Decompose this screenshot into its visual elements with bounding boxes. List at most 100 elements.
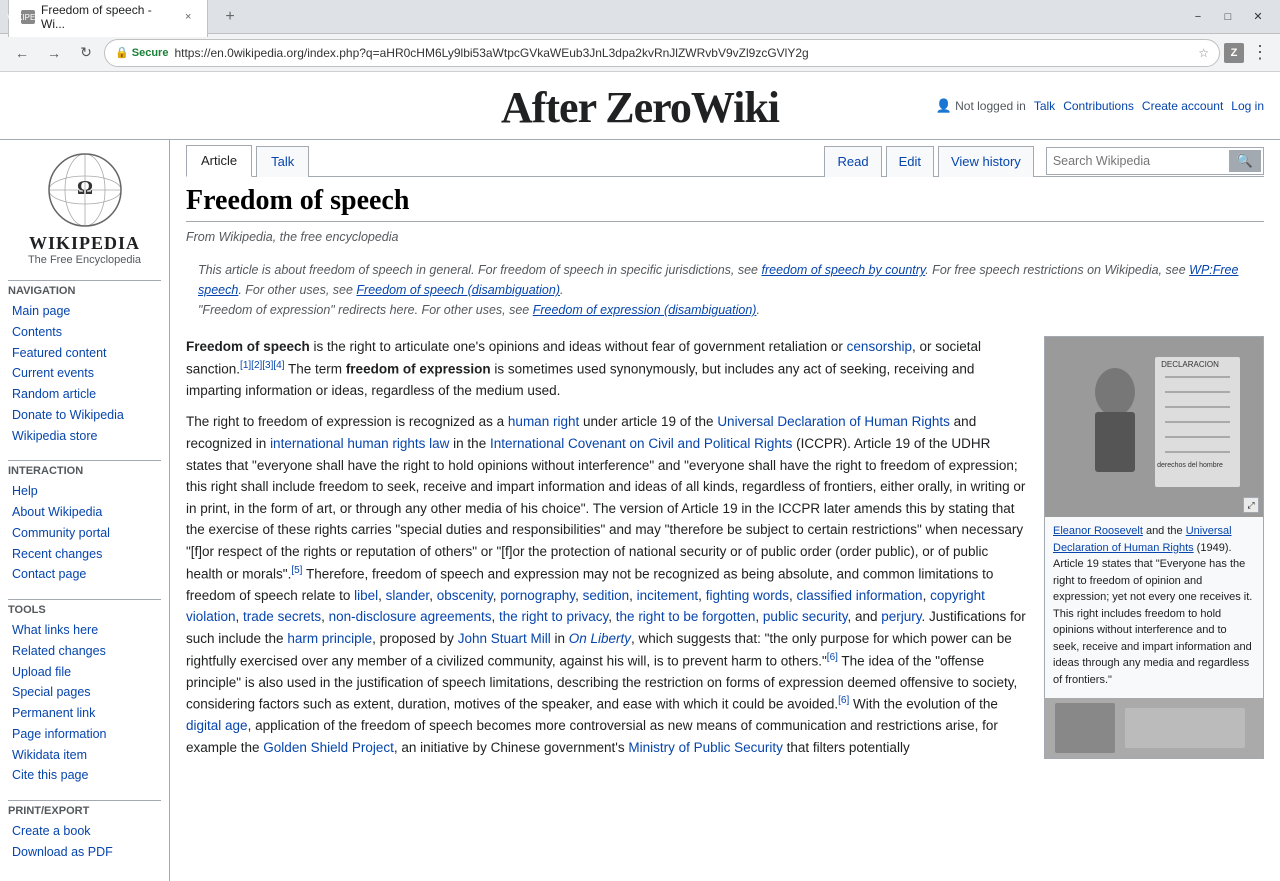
cite-5[interactable]: [5] [291, 565, 302, 576]
bold-term-1: Freedom of speech [186, 339, 310, 354]
tab-talk[interactable]: Talk [256, 146, 309, 177]
article-hatnote: This article is about freedom of speech … [186, 254, 1264, 326]
sidebar-item-donate[interactable]: Donate to Wikipedia [8, 405, 161, 426]
sidebar-tools-heading: Tools [8, 599, 161, 618]
svg-text:DECLARACION: DECLARACION [1161, 360, 1219, 369]
sidebar-item-contents[interactable]: Contents [8, 322, 161, 343]
link-mps[interactable]: Ministry of Public Security [628, 740, 783, 755]
infobox-expand-icon[interactable]: ⤢ [1243, 497, 1259, 513]
create-account-link[interactable]: Create account [1142, 99, 1223, 113]
sidebar-item-cite[interactable]: Cite this page [8, 765, 161, 786]
sidebar-item-wikidata[interactable]: Wikidata item [8, 745, 161, 766]
sidebar-nav-heading: Navigation [8, 280, 161, 299]
sidebar-item-contact[interactable]: Contact page [8, 564, 161, 585]
browser-menu-button[interactable]: ⋮ [1248, 41, 1272, 65]
contributions-link[interactable]: Contributions [1063, 99, 1134, 113]
cite-1[interactable]: [1][2][3][4] [240, 360, 284, 371]
article-infobox: DECLARACION derechos del hombre ⤢ Eleano… [1044, 336, 1264, 759]
sidebar-item-featured[interactable]: Featured content [8, 343, 161, 364]
article-container: Freedom of speech From Wikipedia, the fr… [186, 177, 1264, 758]
link-wp-free-speech[interactable]: WP:Free speech [198, 263, 1238, 297]
link-on-liberty[interactable]: On Liberty [569, 631, 631, 646]
back-button[interactable]: ← [8, 39, 36, 67]
new-tab-button[interactable]: + [218, 5, 242, 29]
maximize-button[interactable]: □ [1214, 6, 1242, 28]
cite-6b[interactable]: [6] [838, 695, 849, 706]
link-incitement[interactable]: incitement [637, 588, 699, 603]
link-perjury[interactable]: perjury [881, 609, 921, 624]
sidebar-item-related-changes[interactable]: Related changes [8, 641, 161, 662]
link-pornography[interactable]: pornography [500, 588, 575, 603]
link-obscenity[interactable]: obscenity [437, 588, 493, 603]
tab-read[interactable]: Read [824, 146, 881, 177]
sidebar-item-main-page[interactable]: Main page [8, 301, 161, 322]
link-digital-age[interactable]: digital age [186, 718, 248, 733]
close-button[interactable]: ✕ [1244, 6, 1272, 28]
wikipedia-globe-icon: Ω [45, 150, 125, 230]
sidebar-item-page-info[interactable]: Page information [8, 724, 161, 745]
link-golden-shield[interactable]: Golden Shield Project [263, 740, 394, 755]
search-button[interactable]: 🔍 [1229, 150, 1261, 172]
tab-edit[interactable]: Edit [886, 146, 934, 177]
sidebar-item-upload[interactable]: Upload file [8, 662, 161, 683]
link-iccpr[interactable]: International Covenant on Civil and Poli… [490, 436, 792, 451]
wiki-action-tabs: Read Edit View history 🔍 [824, 145, 1264, 176]
sidebar-navigation: Navigation Main page Contents Featured c… [8, 274, 161, 446]
sidebar-item-what-links[interactable]: What links here [8, 620, 161, 641]
browser-toolbar: ← → ↻ 🔒 Secure https://en.0wikipedia.org… [0, 34, 1280, 72]
talk-link[interactable]: Talk [1034, 99, 1055, 113]
wiki-banner: After ZeroWiki 👤 Not logged in Talk Cont… [0, 72, 1280, 140]
address-bar[interactable]: 🔒 Secure https://en.0wikipedia.org/index… [104, 39, 1220, 67]
wiki-logo: Ω WIKIPEDIA The Free Encyclopedia [8, 150, 161, 266]
link-disambiguation[interactable]: Freedom of speech (disambiguation) [356, 283, 560, 297]
link-classified[interactable]: classified information [797, 588, 923, 603]
sidebar-item-download-pdf[interactable]: Download as PDF [8, 842, 161, 863]
reload-button[interactable]: ↻ [72, 39, 100, 67]
search-input[interactable] [1049, 152, 1229, 170]
link-fighting-words[interactable]: fighting words [706, 588, 789, 603]
bold-term-2: freedom of expression [346, 361, 491, 376]
minimize-button[interactable]: − [1184, 6, 1212, 28]
link-public-security[interactable]: public security [763, 609, 848, 624]
link-eleanor-roosevelt[interactable]: Eleanor Roosevelt [1053, 525, 1143, 537]
login-link[interactable]: Log in [1231, 99, 1264, 113]
link-human-right[interactable]: human right [508, 414, 579, 429]
sidebar-item-about[interactable]: About Wikipedia [8, 502, 161, 523]
browser-tab[interactable]: WIKIPEDIA Freedom of speech - Wi... × [8, 0, 208, 37]
tab-close-button[interactable]: × [181, 10, 195, 24]
wiki-top-right: 👤 Not logged in Talk Contributions Creat… [936, 98, 1264, 114]
sidebar-item-create-book[interactable]: Create a book [8, 821, 161, 842]
link-libel[interactable]: libel [354, 588, 378, 603]
sidebar-interaction: Interaction Help About Wikipedia Communi… [8, 454, 161, 585]
link-jsmill[interactable]: John Stuart Mill [458, 631, 551, 646]
link-sedition[interactable]: sedition [583, 588, 630, 603]
link-harm-principle[interactable]: harm principle [287, 631, 372, 646]
link-censorship[interactable]: censorship [847, 339, 912, 354]
link-trade-secrets[interactable]: trade secrets [243, 609, 321, 624]
sidebar-item-help[interactable]: Help [8, 481, 161, 502]
link-forgotten[interactable]: the right to be forgotten [616, 609, 756, 624]
cite-6a[interactable]: [6] [827, 652, 838, 663]
sidebar-item-community[interactable]: Community portal [8, 523, 161, 544]
link-freedom-by-country[interactable]: freedom of speech by country [761, 263, 925, 277]
forward-button[interactable]: → [40, 39, 68, 67]
link-slander[interactable]: slander [386, 588, 430, 603]
sidebar-item-special[interactable]: Special pages [8, 682, 161, 703]
sidebar-item-recent[interactable]: Recent changes [8, 544, 161, 565]
sidebar-item-current-events[interactable]: Current events [8, 363, 161, 384]
link-privacy[interactable]: the right to privacy [499, 609, 608, 624]
wiki-content-tabs: Article Talk [186, 144, 311, 176]
link-udhr-text[interactable]: Universal Declaration of Human Rights [717, 414, 950, 429]
sidebar-item-store[interactable]: Wikipedia store [8, 426, 161, 447]
link-intl-human-rights[interactable]: international human rights law [270, 436, 449, 451]
article-title: Freedom of speech [186, 185, 1264, 222]
wiki-main-content: Article Talk Read Edit View history 🔍 Fr… [170, 140, 1280, 881]
bookmark-star-icon[interactable]: ☆ [1198, 46, 1209, 60]
tab-view-history[interactable]: View history [938, 146, 1034, 177]
url-text: https://en.0wikipedia.org/index.php?q=aH… [174, 46, 808, 60]
link-expression-disambiguation[interactable]: Freedom of expression (disambiguation) [533, 303, 757, 317]
link-nda[interactable]: non-disclosure agreements [329, 609, 492, 624]
sidebar-item-random[interactable]: Random article [8, 384, 161, 405]
sidebar-item-permanent[interactable]: Permanent link [8, 703, 161, 724]
tab-article[interactable]: Article [186, 145, 252, 177]
